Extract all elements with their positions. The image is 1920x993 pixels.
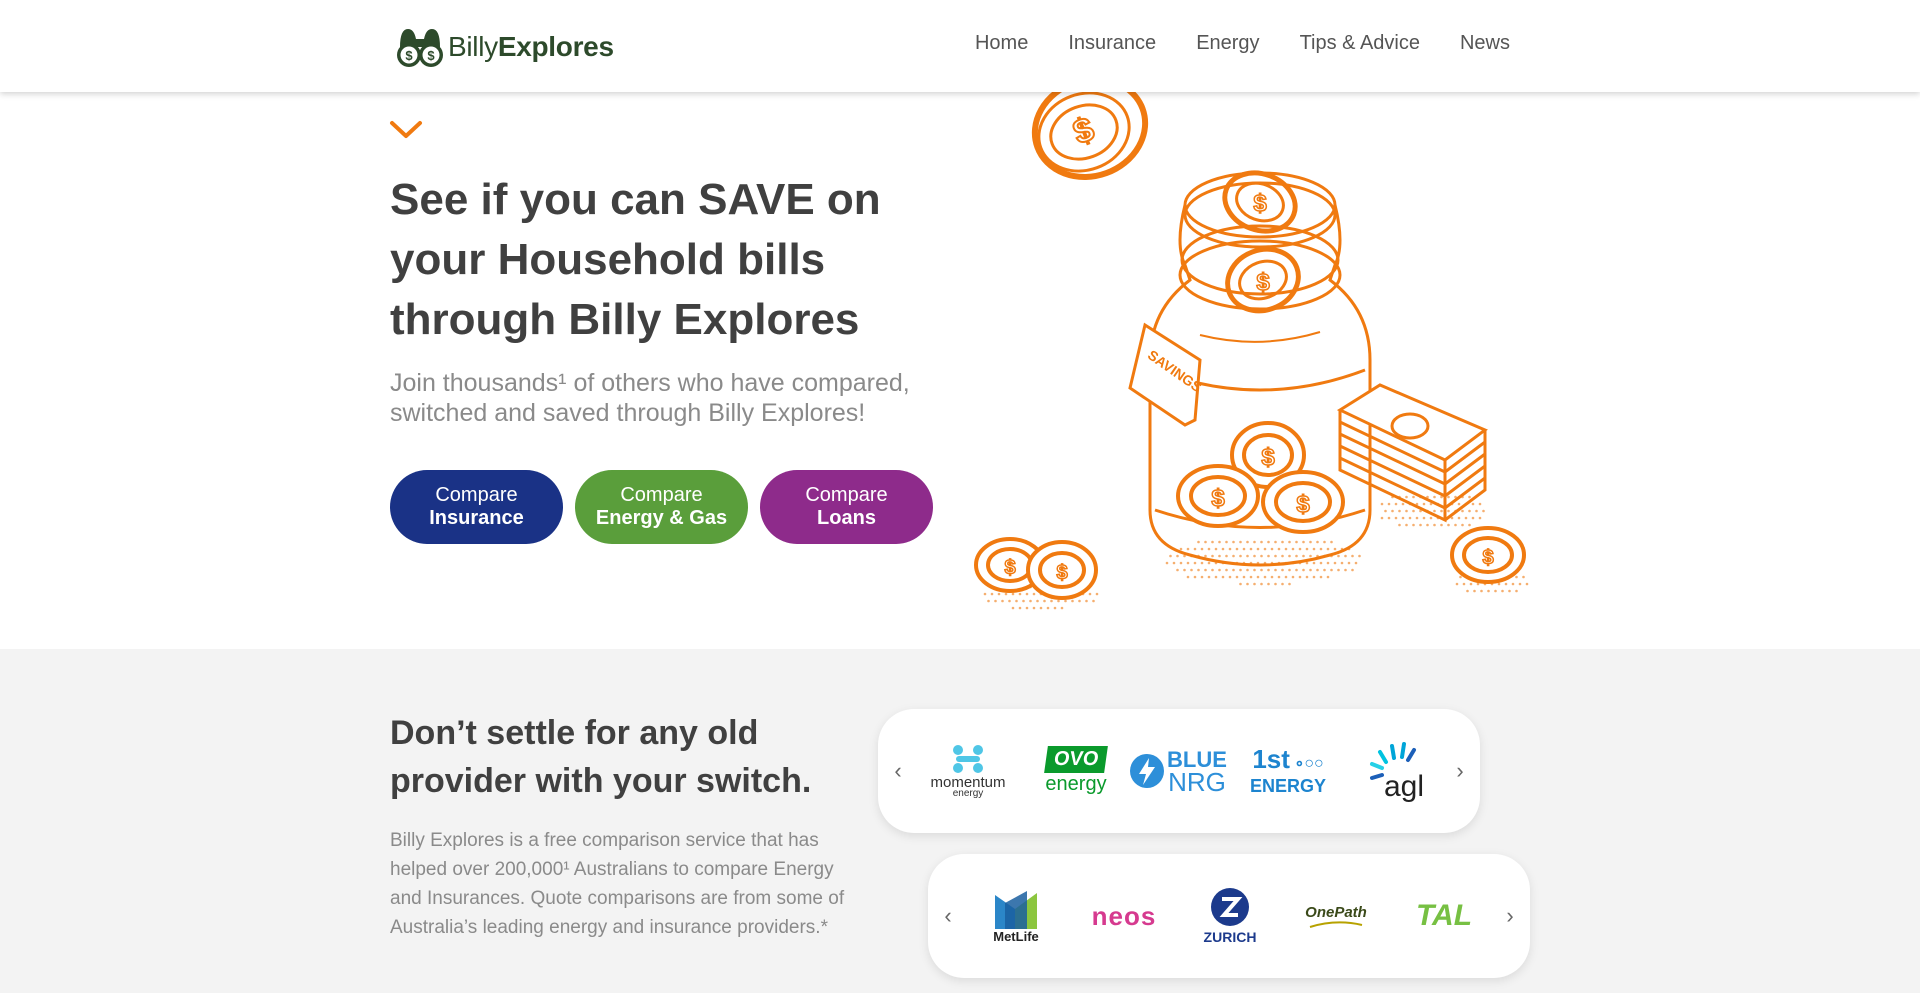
chevron-right-icon[interactable]: › xyxy=(1500,903,1520,929)
providers-description: Billy Explores is a free comparison serv… xyxy=(390,830,845,938)
swoosh-icon xyxy=(1309,920,1363,928)
compare-insurance-button[interactable]: Compare Insurance xyxy=(390,470,563,544)
hero-title: See if you can SAVE on your Household bi… xyxy=(390,175,881,344)
svg-text:$: $ xyxy=(427,48,435,63)
brand-onepath[interactable]: OnePath xyxy=(1286,872,1386,960)
momentum-logo-icon xyxy=(953,744,983,773)
logo[interactable]: $ $ BillyExplores xyxy=(394,25,614,69)
svg-text:$: $ xyxy=(405,48,413,63)
dots-icon: ∘○○ xyxy=(1289,754,1324,772)
chevron-down-icon xyxy=(390,121,422,138)
site-header: $ $ BillyExplores Home Insurance Energy … xyxy=(0,0,1920,92)
binoculars-dollar-icon: $ $ xyxy=(397,29,443,67)
chevron-right-icon[interactable]: › xyxy=(1450,758,1470,784)
lightning-icon xyxy=(1130,754,1165,788)
nav-tips-advice[interactable]: Tips & Advice xyxy=(1300,32,1420,55)
svg-text:$: $ xyxy=(1296,491,1310,518)
brand-zurich[interactable]: ZURICH xyxy=(1180,872,1280,960)
svg-text:$: $ xyxy=(1056,562,1067,584)
zurich-logo-icon xyxy=(1211,888,1249,926)
agl-logo-icon: agl xyxy=(1370,742,1424,802)
metlife-logo-icon xyxy=(995,890,1037,929)
providers-section: Don’t settle for any old provider with y… xyxy=(0,649,1920,993)
compare-energy-gas-button[interactable]: Compare Energy & Gas xyxy=(575,470,748,544)
svg-text:$: $ xyxy=(1068,110,1099,152)
svg-text:$: $ xyxy=(1004,557,1015,579)
svg-text:$: $ xyxy=(1261,444,1275,471)
chevron-left-icon[interactable]: ‹ xyxy=(888,758,908,784)
svg-text:$: $ xyxy=(1211,485,1225,512)
nav-energy[interactable]: Energy xyxy=(1196,32,1259,55)
nav-news[interactable]: News xyxy=(1460,32,1510,55)
main-nav: Home Insurance Energy Tips & Advice News xyxy=(975,32,1510,55)
svg-text:agl: agl xyxy=(1384,770,1424,802)
chevron-left-icon[interactable]: ‹ xyxy=(938,903,958,929)
svg-text:$: $ xyxy=(1256,269,1270,296)
energy-brands-carousel: ‹ momentum energy OVO energy BLUE NRG 1s… xyxy=(878,709,1480,833)
nav-home[interactable]: Home xyxy=(975,32,1028,55)
brand-momentum-energy[interactable]: momentum energy xyxy=(918,727,1018,815)
brand-neos[interactable]: neos xyxy=(1074,872,1174,960)
brand-ovo-energy[interactable]: OVO energy xyxy=(1026,727,1126,815)
insurance-brands-carousel: ‹ MetLife neos ZURICH OnePath TAL › xyxy=(928,854,1530,978)
providers-title: Don’t settle for any old provider with y… xyxy=(390,714,812,800)
nav-insurance[interactable]: Insurance xyxy=(1068,32,1156,55)
brand-blue-nrg[interactable]: BLUE NRG xyxy=(1128,727,1228,815)
brand-tal[interactable]: TAL xyxy=(1394,872,1494,960)
hero-subtitle: Join thousands¹ of others who have compa… xyxy=(390,369,910,427)
brand-1st-energy[interactable]: 1st ∘○○ ENERGY xyxy=(1238,727,1338,815)
svg-text:$: $ xyxy=(1253,190,1267,217)
savings-jar-illustration: $ $ $ SAVINGS $ $ $ $ $ $ xyxy=(974,75,1529,610)
brand-agl[interactable]: agl xyxy=(1348,727,1448,815)
svg-text:$: $ xyxy=(1482,547,1493,569)
logo-text: BillyExplores xyxy=(448,31,614,62)
compare-loans-button[interactable]: Compare Loans xyxy=(760,470,933,544)
brand-metlife[interactable]: MetLife xyxy=(966,872,1066,960)
